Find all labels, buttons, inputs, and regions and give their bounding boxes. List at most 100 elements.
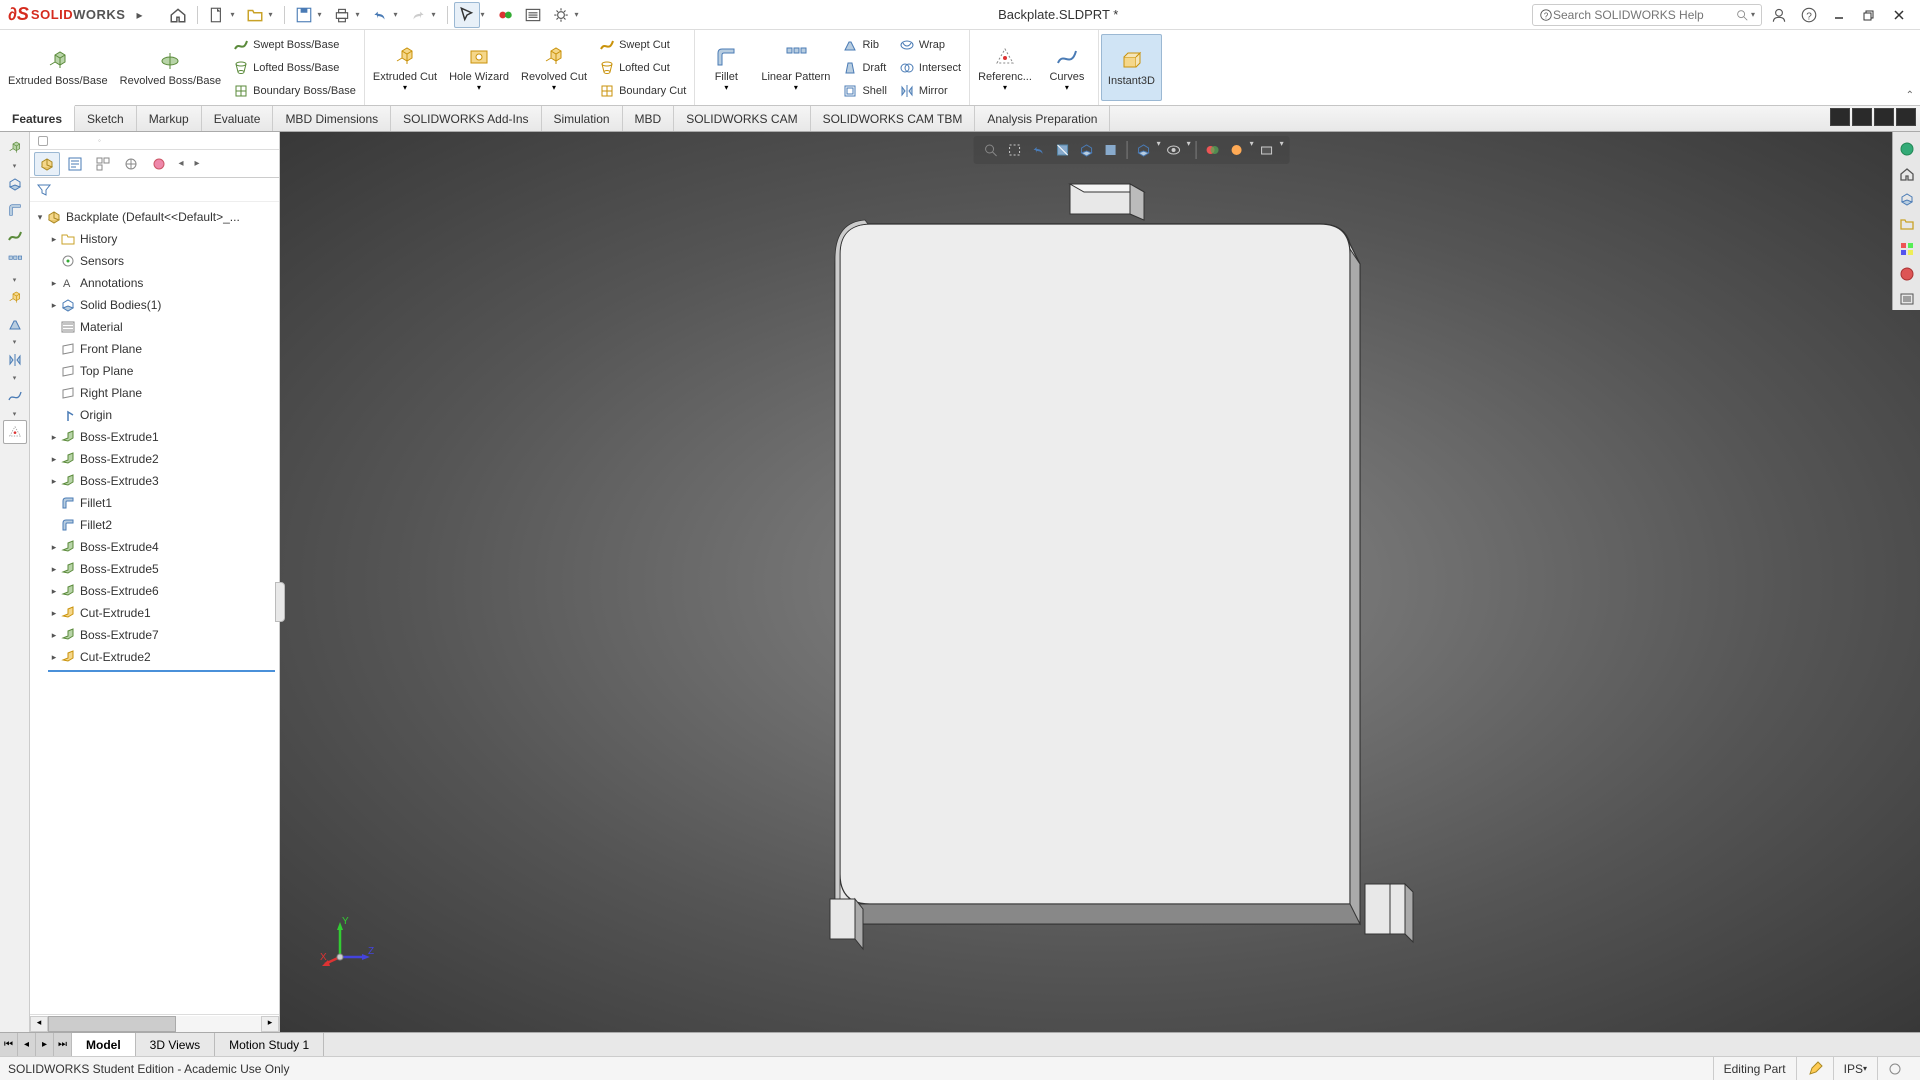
tab-nav-first[interactable]: ⏮ — [0, 1033, 18, 1056]
expand-icon[interactable]: ▸ — [48, 234, 60, 245]
status-units[interactable]: IPS ▾ — [1833, 1057, 1877, 1080]
ribbon-collapse-button[interactable]: ⌃ — [1906, 90, 1914, 101]
left-tool-8[interactable] — [3, 348, 27, 372]
status-edit-indicator[interactable] — [1796, 1057, 1833, 1080]
help-search[interactable]: ▾ — [1532, 4, 1762, 26]
tree-item-cut-extrude2[interactable]: ▸Cut-Extrude2 — [30, 646, 279, 668]
propertymanager-tab[interactable] — [62, 152, 88, 176]
reference-geometry-button[interactable]: Referenc...▾ — [972, 34, 1038, 102]
tab-analysis-preparation[interactable]: Analysis Preparation — [975, 106, 1110, 131]
close-button[interactable] — [1886, 4, 1912, 26]
previous-view-button[interactable] — [1028, 139, 1050, 161]
rebuild-button[interactable] — [492, 2, 518, 28]
swept-cut-button[interactable]: Swept Cut — [593, 34, 692, 56]
settings-dropdown[interactable]: ▾ — [574, 10, 584, 19]
redo-button[interactable] — [405, 2, 431, 28]
left-tool-6[interactable] — [3, 286, 27, 310]
viewport-minimize[interactable] — [1830, 108, 1850, 126]
display-style-button[interactable] — [1100, 139, 1122, 161]
select-button[interactable] — [454, 2, 480, 28]
expand-icon[interactable]: ▸ — [48, 586, 60, 597]
tree-item-front-plane[interactable]: Front Plane — [30, 338, 279, 360]
expand-icon[interactable]: ▸ — [48, 278, 60, 289]
viewport-maximize[interactable] — [1852, 108, 1872, 126]
lofted-boss-button[interactable]: Lofted Boss/Base — [227, 57, 362, 79]
mirror-button[interactable]: Mirror — [893, 80, 967, 102]
left-tool-1[interactable] — [3, 136, 27, 160]
fillet-button[interactable]: Fillet▾ — [697, 34, 755, 102]
bottom-tab-3d-views[interactable]: 3D Views — [136, 1033, 215, 1056]
viewport-close[interactable] — [1896, 108, 1916, 126]
expand-icon[interactable]: ▸ — [48, 652, 60, 663]
tree-rollback-bar[interactable] — [48, 670, 275, 672]
home-button[interactable] — [165, 2, 191, 28]
tab-nav-last[interactable]: ⏭ — [54, 1033, 72, 1056]
tree-item-boss-extrude2[interactable]: ▸Boss-Extrude2 — [30, 448, 279, 470]
tree-item-material-not-specified-[interactable]: Material — [30, 316, 279, 338]
extruded-cut-button[interactable]: Extruded Cut▾ — [367, 34, 443, 102]
tab-mbd[interactable]: MBD — [623, 106, 675, 131]
help-button[interactable] — [1796, 4, 1822, 26]
scroll-thumb[interactable] — [48, 1016, 176, 1032]
tree-item-origin[interactable]: Origin — [30, 404, 279, 426]
tree-item-right-plane[interactable]: Right Plane — [30, 382, 279, 404]
options-button[interactable] — [520, 2, 546, 28]
open-button[interactable] — [242, 2, 268, 28]
tree-root[interactable]: ▾ Backplate (Default<<Default>_... — [30, 206, 279, 228]
curves-button[interactable]: Curves▾ — [1038, 34, 1096, 102]
extruded-boss-button[interactable]: Extruded Boss/Base — [2, 34, 114, 102]
view-orientation-button[interactable] — [1076, 139, 1098, 161]
tab-solidworks-cam-tbm[interactable]: SOLIDWORKS CAM TBM — [811, 106, 976, 131]
configurationmanager-tab[interactable] — [90, 152, 116, 176]
bottom-tab-motion-study-1[interactable]: Motion Study 1 — [215, 1033, 324, 1056]
section-view-button[interactable] — [1052, 139, 1074, 161]
expand-icon[interactable]: ▸ — [48, 476, 60, 487]
tree-item-boss-extrude6[interactable]: ▸Boss-Extrude6 — [30, 580, 279, 602]
edit-appearance-button[interactable] — [1163, 139, 1185, 161]
revolved-cut-button[interactable]: Revolved Cut▾ — [515, 34, 593, 102]
render-button[interactable] — [1256, 139, 1278, 161]
expand-icon[interactable]: ▸ — [48, 432, 60, 443]
left-tool-3[interactable] — [3, 198, 27, 222]
new-button[interactable] — [204, 2, 230, 28]
search-dropdown[interactable]: ▾ — [1751, 10, 1755, 19]
search-input[interactable] — [1553, 8, 1735, 22]
left-tool-7[interactable] — [3, 312, 27, 336]
hide-show-button[interactable] — [1133, 139, 1155, 161]
linear-pattern-button[interactable]: Linear Pattern▾ — [755, 34, 836, 102]
solidworks-resources-tab[interactable] — [1896, 138, 1918, 160]
tree-item-boss-extrude1[interactable]: ▸Boss-Extrude1 — [30, 426, 279, 448]
settings-button[interactable] — [548, 2, 574, 28]
left-tool-4[interactable] — [3, 224, 27, 248]
featuremanager-tab[interactable] — [34, 152, 60, 176]
left-tool-10[interactable] — [3, 420, 27, 444]
viewport-restore[interactable] — [1874, 108, 1894, 126]
left-tool-2[interactable] — [3, 172, 27, 196]
graphics-viewport[interactable]: ▾ ▾ ▾ ▾ — [280, 132, 1920, 1032]
shell-button[interactable]: Shell — [836, 80, 892, 102]
expand-icon[interactable]: ▾ — [34, 212, 46, 223]
custom-properties-tab[interactable] — [1896, 263, 1918, 285]
intersect-button[interactable]: Intersect — [893, 57, 967, 79]
file-explorer-tab[interactable] — [1896, 188, 1918, 210]
appearances-tab[interactable] — [1896, 238, 1918, 260]
tree-filter[interactable] — [30, 178, 279, 202]
displaymanager-tab[interactable] — [146, 152, 172, 176]
tree-item-boss-extrude7[interactable]: ▸Boss-Extrude7 — [30, 624, 279, 646]
expand-icon[interactable]: ▸ — [48, 564, 60, 575]
tree-splitter[interactable] — [275, 582, 285, 622]
expand-icon[interactable]: ▸ — [48, 454, 60, 465]
undo-button[interactable] — [367, 2, 393, 28]
lofted-cut-button[interactable]: Lofted Cut — [593, 57, 692, 79]
expand-icon[interactable]: ▸ — [48, 608, 60, 619]
expand-icon[interactable]: ▸ — [48, 630, 60, 641]
tree-breadcrumb[interactable]: ◦ — [30, 132, 279, 150]
tab-solidworks-cam[interactable]: SOLIDWORKS CAM — [674, 106, 810, 131]
tree-item-fillet1[interactable]: Fillet1 — [30, 492, 279, 514]
status-extra[interactable] — [1877, 1057, 1912, 1080]
tree-item-fillet2[interactable]: Fillet2 — [30, 514, 279, 536]
view-settings-button[interactable] — [1226, 139, 1248, 161]
revolved-boss-button[interactable]: Revolved Boss/Base — [114, 34, 228, 102]
save-dropdown[interactable]: ▾ — [317, 10, 327, 19]
scroll-left[interactable]: ◂ — [30, 1016, 48, 1032]
